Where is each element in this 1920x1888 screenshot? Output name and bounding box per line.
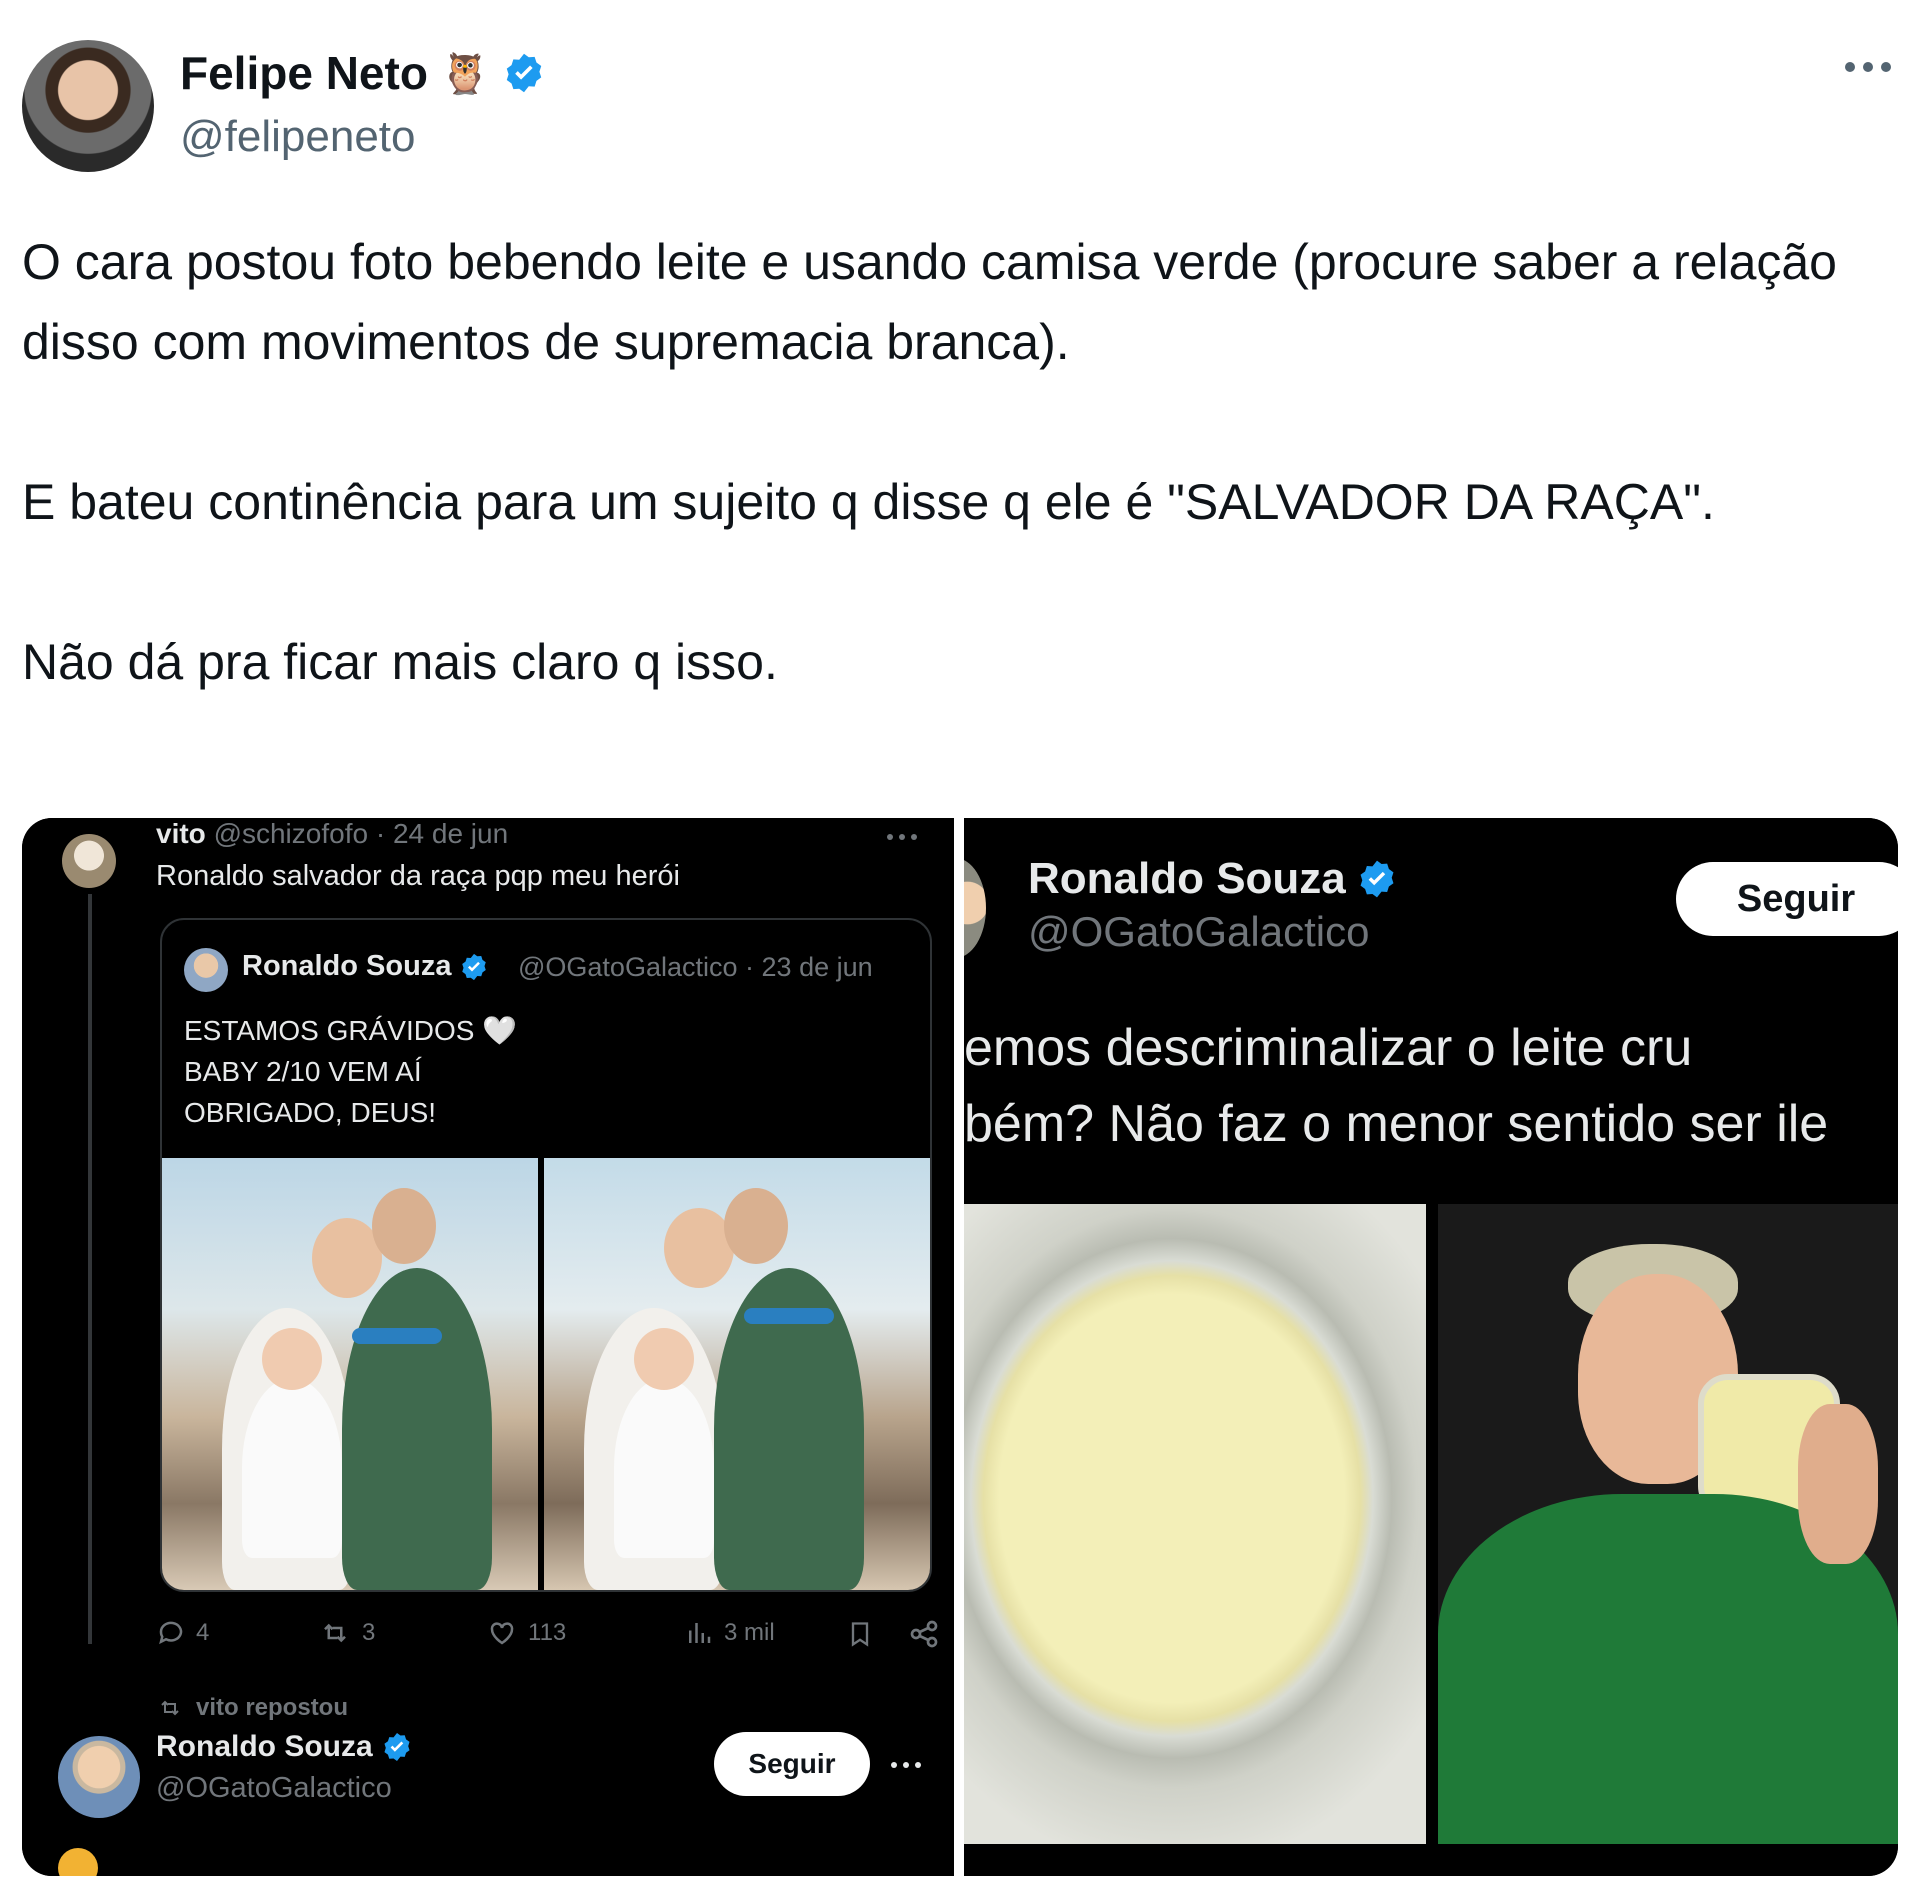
like-action[interactable]: 113 xyxy=(486,1618,566,1648)
media-image-left[interactable]: vito @schizofofo · 24 de jun Ronaldo sal… xyxy=(22,818,954,1876)
tweet-media[interactable]: vito @schizofofo · 24 de jun Ronaldo sal… xyxy=(22,818,1898,1876)
reply-name: vito xyxy=(156,818,206,849)
reposted-user-name-row: Ronaldo Souza xyxy=(156,1730,413,1764)
tweet-paragraph: Não dá pra ficar mais claro q isso. xyxy=(22,634,778,690)
quoted-handle-date: @OGatoGalactico · 23 de jun xyxy=(518,952,873,982)
verified-badge-icon xyxy=(459,952,489,982)
reply-handle: @schizofofo xyxy=(213,818,369,849)
repost-action[interactable]: 3 xyxy=(318,1618,375,1648)
verified-badge-icon xyxy=(502,51,546,95)
profile-name-row: Ronaldo Souza xyxy=(1028,854,1398,904)
share-icon xyxy=(910,1620,938,1648)
reposted-user-avatar xyxy=(58,1736,140,1818)
repost-icon xyxy=(161,1700,179,1716)
reply-count: 4 xyxy=(196,1619,210,1646)
quoted-line: BABY 2/10 VEM AÍ xyxy=(184,1056,422,1087)
thread-line xyxy=(88,894,92,1644)
bookmark-action[interactable] xyxy=(846,1618,874,1650)
man-drinking-milk-photo xyxy=(1438,1204,1898,1844)
quoted-text: ESTAMOS GRÁVIDOS 🤍 BABY 2/10 VEM AÍ OBRI… xyxy=(184,1010,517,1133)
views-count: 3 mil xyxy=(724,1619,775,1646)
media-image-right[interactable]: Ronaldo Souza @OGatoGalactico Seguir emo… xyxy=(964,818,1898,1876)
follow-button: Seguir xyxy=(1676,862,1898,936)
tweet-line: bém? Não faz o menor sentido ser ile xyxy=(964,1095,1829,1153)
repost-count: 3 xyxy=(362,1619,376,1646)
milk-jar-photo xyxy=(964,1204,1426,1844)
share-action[interactable] xyxy=(908,1618,940,1650)
more-options-icon xyxy=(888,1758,924,1772)
media-divider xyxy=(954,818,964,1876)
family-photo-1 xyxy=(162,1158,538,1590)
views-icon xyxy=(689,1623,711,1643)
verified-badge-icon xyxy=(1356,858,1398,900)
repost-indicator: vito repostou xyxy=(156,1694,348,1722)
tweet-paragraph: O cara postou foto bebendo leite e usand… xyxy=(22,234,1837,370)
repost-icon xyxy=(324,1623,346,1643)
heart-icon xyxy=(490,1622,514,1645)
quoted-name: Ronaldo Souza xyxy=(242,950,452,982)
follow-button: Seguir xyxy=(714,1732,870,1796)
reply-icon xyxy=(159,1621,183,1645)
reply-date: 24 de jun xyxy=(392,818,509,849)
profile-name: Ronaldo Souza xyxy=(1028,854,1346,903)
quoted-name-row: Ronaldo Souza xyxy=(242,950,489,983)
more-options-icon[interactable] xyxy=(1840,52,1896,82)
views-action[interactable]: 3 mil xyxy=(684,1618,775,1648)
family-photo-2 xyxy=(544,1158,930,1590)
reposted-user-name: Ronaldo Souza xyxy=(156,1730,373,1763)
reply-header: vito @schizofofo · 24 de jun xyxy=(156,818,509,849)
tweet-text: O cara postou foto bebendo leite e usand… xyxy=(22,222,1882,702)
owl-emoji: 🦉 xyxy=(439,51,490,96)
reply-more-icon xyxy=(884,830,920,844)
repost-label: vito repostou xyxy=(196,1694,349,1721)
tweet-paragraph: E bateu continência para um sujeito q di… xyxy=(22,474,1715,530)
quoted-avatar xyxy=(184,948,228,992)
quoted-line: ESTAMOS GRÁVIDOS 🤍 xyxy=(184,1015,518,1046)
verified-badge-icon xyxy=(381,1731,413,1763)
bookmark-icon xyxy=(851,1622,869,1647)
emoji-icon xyxy=(58,1848,98,1876)
like-count: 113 xyxy=(528,1619,567,1646)
reply-avatar xyxy=(62,834,116,888)
tweet-actions: 4 3 113 3 mil xyxy=(156,1618,954,1658)
profile-handle: @OGatoGalactico xyxy=(1028,908,1370,955)
reply-action[interactable]: 4 xyxy=(156,1618,209,1648)
cropped-tweet-text: emos descriminalizar o leite cru bém? Nã… xyxy=(964,1010,1828,1162)
quoted-date: 23 de jun xyxy=(761,952,873,982)
author-name-row[interactable]: Felipe Neto 🦉 xyxy=(180,46,546,100)
quoted-handle: @OGatoGalactico xyxy=(518,952,738,982)
tweet-line: emos descriminalizar o leite cru xyxy=(964,1019,1693,1077)
author-avatar[interactable] xyxy=(22,40,154,172)
quoted-tweet: Ronaldo Souza @OGatoGalactico · 23 de ju… xyxy=(160,918,932,1592)
reply-text: Ronaldo salvador da raça pqp meu herói xyxy=(156,860,680,892)
profile-avatar xyxy=(964,858,986,958)
author-handle[interactable]: @felipeneto xyxy=(180,112,416,162)
reposted-user-handle: @OGatoGalactico xyxy=(156,1772,392,1804)
author-name[interactable]: Felipe Neto xyxy=(180,46,428,100)
quoted-line: OBRIGADO, DEUS! xyxy=(184,1097,437,1128)
